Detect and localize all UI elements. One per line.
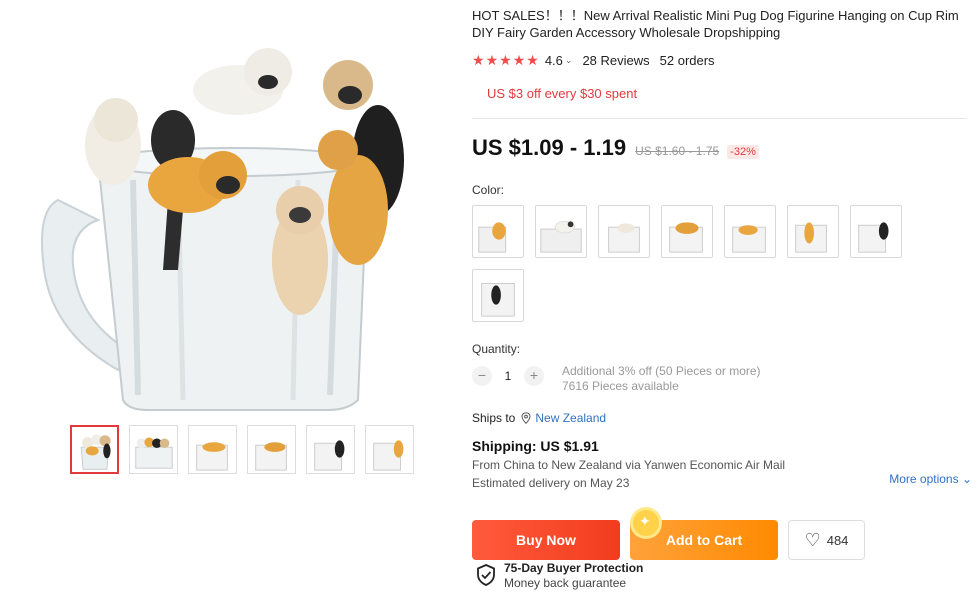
protection-title: 75-Day Buyer Protection [504, 561, 644, 575]
price-row: US $1.09 - 1.19 US $1.60 - 1.75 -32% [472, 135, 972, 161]
color-swatch-3[interactable] [598, 205, 650, 258]
color-swatch-8[interactable] [472, 269, 524, 322]
color-swatch-5[interactable] [724, 205, 776, 258]
buy-now-button[interactable]: Buy Now [472, 520, 620, 560]
shipping-cost: Shipping: US $1.91 [472, 438, 599, 454]
ships-to-label: Ships to [472, 411, 516, 425]
chevron-down-icon: ⌄ [961, 472, 972, 486]
orders-count: 52 orders [659, 52, 715, 68]
chevron-down-icon[interactable]: ⌄ [565, 55, 573, 66]
quantity-decrease-button[interactable]: − [472, 366, 492, 386]
divider [472, 118, 967, 119]
quantity-notes: Additional 3% off (50 Pieces or more) 76… [562, 364, 761, 394]
reviews-link[interactable]: 28 Reviews [582, 53, 649, 68]
original-price: US $1.60 - 1.75 [635, 144, 720, 158]
protection-text: 75-Day Buyer Protection Money back guara… [504, 561, 643, 590]
thumbnail-1[interactable] [70, 425, 119, 474]
color-swatch-7[interactable] [850, 205, 902, 258]
color-swatch-6[interactable] [787, 205, 839, 258]
rating-value[interactable]: 4.6 [545, 53, 563, 68]
shipping-route: From China to New Zealand via Yanwen Eco… [472, 458, 786, 472]
sparkle-icon [633, 510, 659, 536]
buyer-protection: 75-Day Buyer Protection Money back guara… [476, 561, 643, 590]
star-icon: ★ [526, 52, 539, 68]
product-info-panel: HOT SALES！！！New Arrival Realistic Mini P… [472, 0, 972, 490]
thumbnail-3[interactable] [188, 425, 237, 474]
rating-row: ★ ★ ★ ★ ★ 4.6 ⌄ 28 Reviews 52 orders [472, 51, 972, 69]
quantity-increase-button[interactable]: + [524, 366, 544, 386]
shield-check-icon [477, 564, 495, 586]
thumbnail-strip [70, 425, 414, 474]
discount-badge: -32% [727, 145, 759, 159]
more-options-label: More options [889, 472, 959, 486]
ship-destination-link[interactable]: New Zealand [535, 411, 606, 425]
bulk-discount-note: Additional 3% off (50 Pieces or more) [562, 364, 761, 378]
coupon-offer[interactable]: US $3 off every $30 spent [487, 86, 972, 102]
location-pin-icon [521, 412, 531, 424]
thumbnail-6[interactable] [365, 425, 414, 474]
wishlist-button[interactable]: ♡ 484 [788, 520, 865, 560]
star-icon: ★ [512, 52, 526, 68]
add-to-cart-label: Add to Cart [665, 532, 743, 548]
star-rating[interactable]: ★ ★ ★ ★ ★ [472, 53, 539, 67]
protection-subtitle: Money back guarantee [504, 576, 627, 590]
main-product-image[interactable] [38, 0, 416, 412]
star-icon: ★ [472, 52, 485, 68]
product-title: HOT SALES！！！New Arrival Realistic Mini P… [472, 8, 959, 40]
color-label: Color: [472, 183, 505, 197]
color-swatch-2[interactable] [535, 205, 587, 258]
color-swatch-4[interactable] [661, 205, 713, 258]
action-buttons: Buy Now Add to Cart ♡ 484 [472, 510, 865, 560]
stock-available: 7616 Pieces available [562, 379, 679, 393]
color-swatches [472, 205, 912, 322]
quantity-row: − 1 + Additional 3% off (50 Pieces or mo… [472, 364, 972, 394]
star-icon: ★ [485, 52, 499, 68]
more-options-link[interactable]: More options ⌄ [889, 472, 972, 486]
quantity-stepper: − 1 + [472, 366, 544, 386]
wishlist-count: 484 [826, 532, 849, 548]
quantity-input[interactable]: 1 [492, 369, 524, 383]
thumbnail-2[interactable] [129, 425, 178, 474]
add-to-cart-button[interactable]: Add to Cart [630, 510, 778, 560]
color-swatch-1[interactable] [472, 205, 524, 258]
ships-to-row: Ships to New Zealand [472, 411, 972, 425]
quantity-label: Quantity: [472, 342, 521, 356]
heart-icon: ♡ [804, 529, 821, 550]
current-price: US $1.09 - 1.19 [472, 135, 627, 160]
thumbnail-4[interactable] [247, 425, 296, 474]
thumbnail-5[interactable] [306, 425, 355, 474]
star-icon: ★ [499, 52, 512, 68]
